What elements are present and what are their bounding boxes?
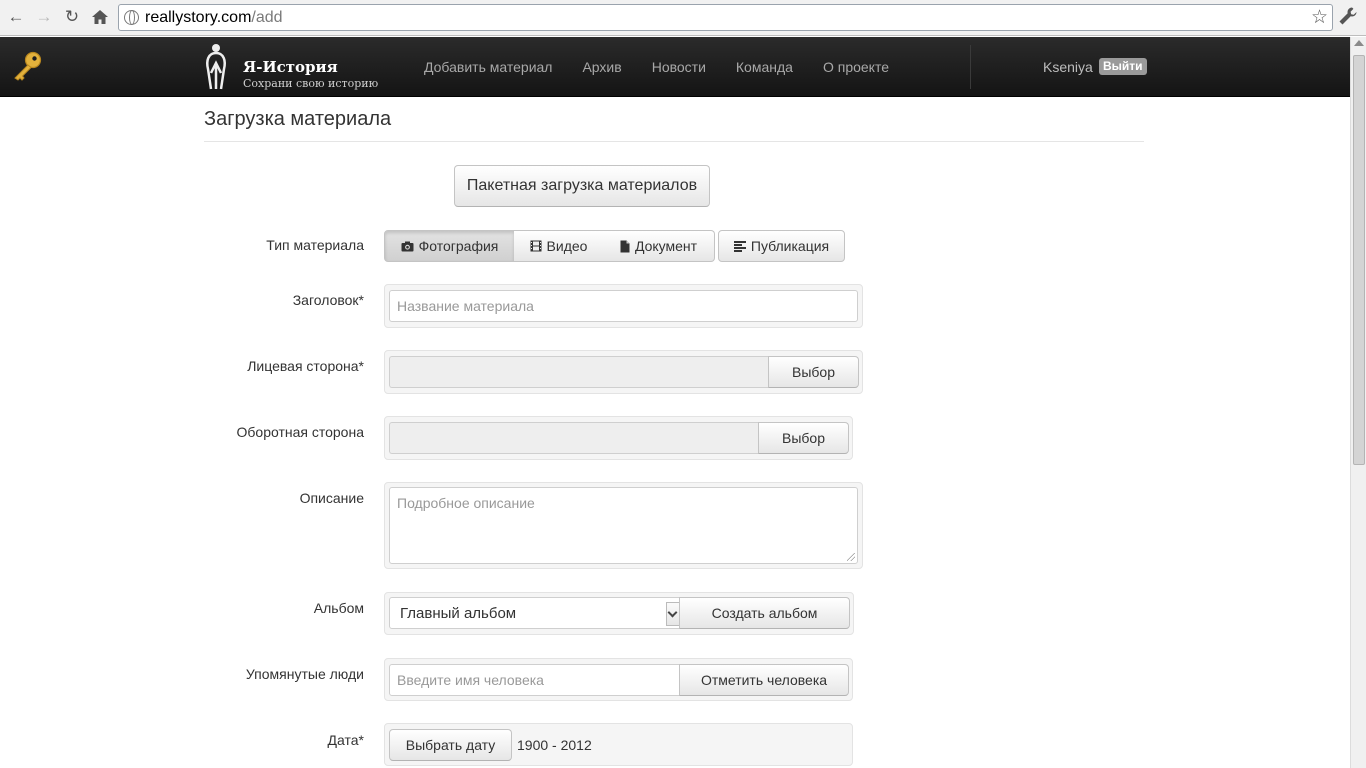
reload-icon[interactable]: ↻ bbox=[60, 6, 84, 28]
album-selected-value: Главный альбом bbox=[400, 604, 517, 622]
navbar-divider bbox=[970, 45, 971, 89]
back-side-file-field[interactable] bbox=[389, 422, 759, 454]
album-well: Главный альбом Создать альбом bbox=[384, 592, 854, 635]
user-name[interactable]: Kseniya bbox=[1043, 59, 1093, 75]
people-well: Введите имя человека Отметить человека bbox=[384, 658, 853, 701]
date-label: Дата* bbox=[327, 732, 364, 748]
album-label: Альбом bbox=[313, 600, 364, 616]
key-icon[interactable] bbox=[12, 51, 44, 81]
file-icon bbox=[620, 240, 630, 252]
film-icon bbox=[530, 240, 542, 252]
create-album-button[interactable]: Создать альбом bbox=[679, 597, 850, 629]
page-title: Загрузка материала bbox=[204, 108, 392, 130]
scroll-thumb[interactable] bbox=[1353, 55, 1365, 465]
people-label: Упомянутые люди bbox=[245, 666, 364, 682]
back-side-well: Выбор bbox=[384, 416, 853, 460]
person-name-input[interactable]: Введите имя человека bbox=[389, 664, 681, 696]
batch-upload-button[interactable]: Пакетная загрузка материалов bbox=[454, 165, 710, 207]
bookmark-star-icon[interactable]: ☆ bbox=[1311, 6, 1328, 29]
site-navbar: Я-История Сохрани свою историю Добавить … bbox=[0, 37, 1350, 97]
wrench-icon[interactable] bbox=[1338, 6, 1358, 31]
type-photo-button[interactable]: Фотография bbox=[384, 230, 515, 262]
type-document-button[interactable]: Документ bbox=[603, 230, 715, 262]
type-video-button[interactable]: Видео bbox=[514, 230, 604, 262]
forward-arrow-icon[interactable]: → bbox=[32, 6, 56, 28]
brand-title: Я-История bbox=[243, 58, 338, 76]
heading-label: Заголовок* bbox=[292, 292, 364, 308]
type-video-label: Видео bbox=[546, 238, 588, 254]
description-well: Подробное описание bbox=[384, 482, 863, 569]
menu-item-add-material[interactable]: Добавить материал bbox=[409, 37, 567, 97]
menu-item-news[interactable]: Новости bbox=[637, 37, 721, 97]
browser-toolbar: ← → ↻ reallystory.com/add ☆ bbox=[0, 0, 1366, 36]
material-type-label: Тип материала bbox=[266, 237, 364, 253]
logout-button[interactable]: Выйти bbox=[1099, 58, 1147, 75]
menu-item-archive[interactable]: Архив bbox=[567, 37, 636, 97]
brand-subtitle: Сохрани свою историю bbox=[243, 77, 379, 90]
description-label: Описание bbox=[299, 490, 364, 506]
front-side-choose-button[interactable]: Выбор bbox=[768, 356, 859, 388]
heading-well: Название материала bbox=[384, 284, 863, 328]
main-menu: Добавить материал Архив Новости Команда … bbox=[409, 37, 904, 97]
choose-date-button[interactable]: Выбрать дату bbox=[389, 729, 512, 761]
back-side-label: Оборотная сторона bbox=[236, 424, 365, 440]
front-side-well: Выбор bbox=[384, 350, 863, 394]
align-left-icon bbox=[733, 240, 746, 252]
type-publication-label: Публикация bbox=[750, 238, 830, 254]
back-arrow-icon[interactable]: ← bbox=[4, 6, 28, 28]
date-range-value: 1900 - 2012 bbox=[517, 737, 592, 753]
front-side-file-field[interactable] bbox=[389, 356, 769, 388]
resize-grip-icon[interactable] bbox=[847, 553, 855, 561]
camera-icon bbox=[401, 241, 414, 251]
title-divider bbox=[204, 141, 1144, 142]
type-publication-button[interactable]: Публикация bbox=[718, 230, 845, 262]
album-select[interactable]: Главный альбом bbox=[389, 597, 681, 629]
tag-person-button[interactable]: Отметить человека bbox=[679, 664, 849, 696]
scroll-up-arrow-icon[interactable] bbox=[1354, 40, 1364, 46]
address-bar[interactable]: reallystory.com/add ☆ bbox=[118, 4, 1333, 31]
menu-item-about[interactable]: О проекте bbox=[808, 37, 904, 97]
front-side-label: Лицевая сторона* bbox=[247, 358, 364, 374]
date-well: Выбрать дату 1900 - 2012 bbox=[384, 723, 853, 766]
address-url: reallystory.com/add bbox=[145, 9, 283, 26]
type-document-label: Документ bbox=[634, 238, 698, 254]
page-scrollbar[interactable] bbox=[1350, 37, 1366, 768]
menu-item-team[interactable]: Команда bbox=[721, 37, 808, 97]
brand-logo-icon bbox=[206, 44, 226, 90]
description-placeholder: Подробное описание bbox=[397, 495, 535, 511]
chevron-down-icon[interactable] bbox=[666, 602, 680, 626]
description-textarea[interactable]: Подробное описание bbox=[389, 487, 858, 564]
back-side-choose-button[interactable]: Выбор bbox=[758, 422, 849, 454]
heading-input[interactable]: Название материала bbox=[389, 290, 858, 322]
home-icon[interactable] bbox=[88, 6, 112, 28]
globe-icon bbox=[124, 10, 139, 25]
type-photo-label: Фотография bbox=[418, 238, 499, 254]
